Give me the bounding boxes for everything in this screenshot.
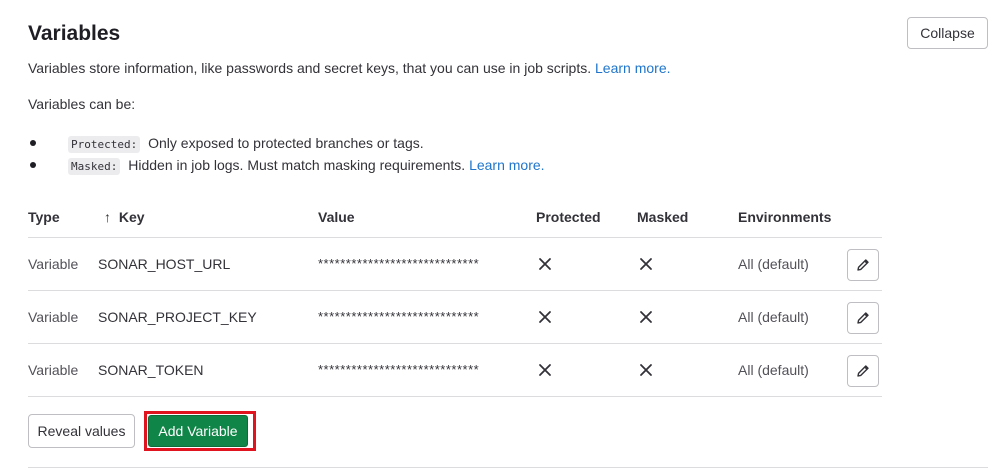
masked-code: Masked: xyxy=(68,158,121,175)
close-icon xyxy=(539,258,551,270)
collapse-button[interactable]: Collapse xyxy=(907,17,988,49)
row-environment: All (default) xyxy=(738,256,809,272)
row-environment: All (default) xyxy=(738,362,809,378)
learn-more-link[interactable]: Learn more. xyxy=(595,60,670,76)
pencil-icon xyxy=(857,312,869,324)
masked-rule-text: Hidden in job logs. Must match masking r… xyxy=(128,157,466,173)
section-divider xyxy=(28,467,988,468)
column-environments: Environments xyxy=(738,209,832,225)
protected-code: Protected: xyxy=(68,136,141,153)
row-key: SONAR_HOST_URL xyxy=(98,256,231,272)
pencil-icon xyxy=(857,259,869,271)
column-value: Value xyxy=(318,209,355,225)
row-type: Variable xyxy=(28,309,79,325)
protected-rule-text: Only exposed to protected branches or ta… xyxy=(148,135,424,151)
rule-protected: Protected: Only exposed to protected bra… xyxy=(30,133,545,155)
row-value-masked: ***************************** xyxy=(318,256,480,271)
pencil-icon xyxy=(857,365,869,377)
edit-variable-button[interactable] xyxy=(847,355,879,387)
column-type: Type xyxy=(28,209,60,225)
row-type: Variable xyxy=(28,362,79,378)
edit-variable-button[interactable] xyxy=(847,302,879,334)
row-environment: All (default) xyxy=(738,309,809,325)
column-masked: Masked xyxy=(637,209,689,225)
row-type: Variable xyxy=(28,256,79,272)
reveal-values-button[interactable]: Reveal values xyxy=(28,414,135,448)
bullet-icon xyxy=(30,162,36,168)
rule-masked: Masked: Hidden in job logs. Must match m… xyxy=(30,155,545,177)
close-icon xyxy=(539,311,551,323)
close-icon xyxy=(640,311,652,323)
rules-list: Protected: Only exposed to protected bra… xyxy=(30,133,545,177)
arrow-up-icon: ↑ xyxy=(104,209,111,225)
edit-variable-button[interactable] xyxy=(847,249,879,281)
row-key: SONAR_PROJECT_KEY xyxy=(98,309,257,325)
masking-learn-more-link[interactable]: Learn more. xyxy=(469,157,544,173)
table-header: Type ↑ Key Value Protected Masked Enviro… xyxy=(28,200,882,238)
row-value-masked: ***************************** xyxy=(318,309,480,324)
section-title: Variables xyxy=(28,22,121,45)
description-text: Variables store information, like passwo… xyxy=(28,60,592,76)
variables-section: Variables Collapse Variables store infor… xyxy=(0,0,1003,470)
table-row: Variable SONAR_TOKEN *******************… xyxy=(28,344,882,397)
row-key: SONAR_TOKEN xyxy=(98,362,204,378)
table-row: Variable SONAR_HOST_URL ****************… xyxy=(28,238,882,291)
can-be-text: Variables can be: xyxy=(28,96,136,112)
column-key-sort[interactable]: ↑ Key xyxy=(104,209,145,225)
close-icon xyxy=(640,258,652,270)
close-icon xyxy=(640,364,652,376)
column-protected: Protected xyxy=(536,209,601,225)
add-variable-button[interactable]: Add Variable xyxy=(148,415,248,447)
close-icon xyxy=(539,364,551,376)
table-row: Variable SONAR_PROJECT_KEY *************… xyxy=(28,291,882,344)
section-description: Variables store information, like passwo… xyxy=(28,60,671,76)
row-value-masked: ***************************** xyxy=(318,362,480,377)
bullet-icon xyxy=(30,140,36,146)
variables-table: Type ↑ Key Value Protected Masked Enviro… xyxy=(28,200,882,397)
column-key-label: Key xyxy=(118,209,145,225)
